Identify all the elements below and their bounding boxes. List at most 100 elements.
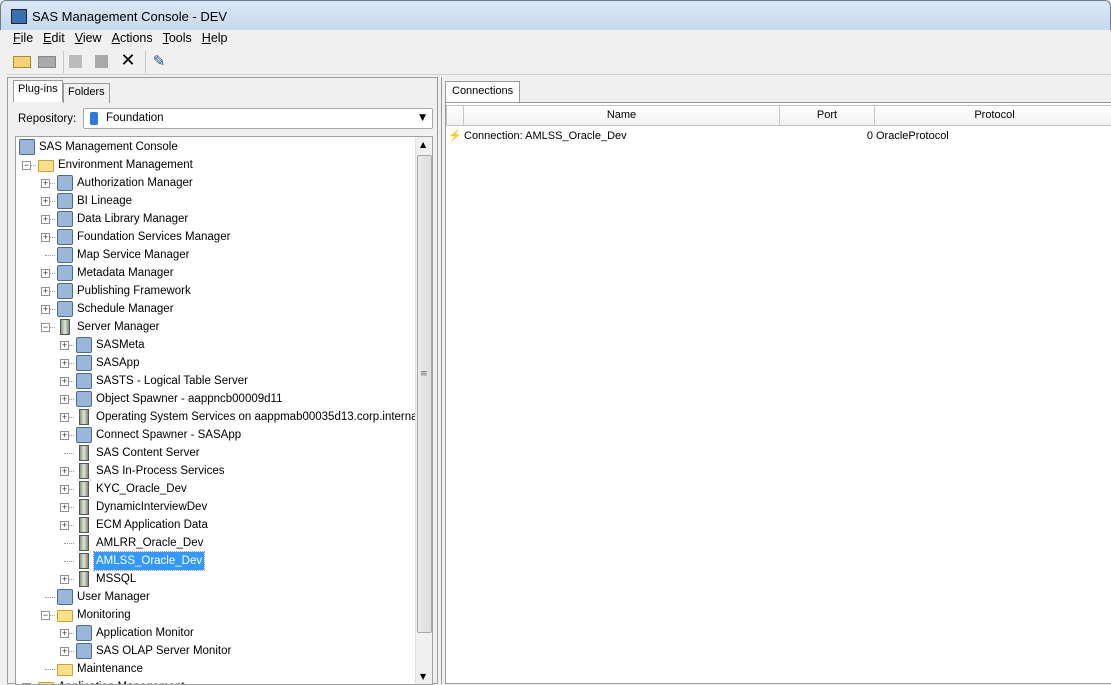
wizard-icon[interactable]: ✎ (150, 52, 168, 70)
tree-item[interactable]: + Foundation Services Manager (16, 228, 416, 246)
collapse-icon[interactable]: − (41, 323, 50, 332)
tree-item[interactable]: AMLRR_Oracle_Dev (16, 534, 416, 552)
scroll-down-icon[interactable]: ▼ (420, 672, 426, 681)
expand-icon[interactable]: + (60, 377, 69, 386)
expand-icon[interactable]: + (60, 575, 69, 584)
menu-edit[interactable]: Edit (43, 30, 65, 46)
tree-item[interactable]: + Connect Spawner - SASApp (16, 426, 416, 444)
tree-item[interactable]: + Application Monitor (16, 624, 416, 642)
plugin-tree[interactable]: SAS Management Console − Environment Manag… (15, 136, 433, 685)
expand-icon[interactable]: + (60, 485, 69, 494)
expand-icon[interactable]: + (41, 233, 50, 242)
folder-disabled-icon[interactable] (38, 56, 56, 68)
expand-icon[interactable]: + (41, 179, 50, 188)
expand-icon[interactable]: + (41, 215, 50, 224)
tree-item[interactable]: + ECM Application Data (16, 516, 416, 534)
tree-item[interactable]: + SASTS - Logical Table Server (16, 372, 416, 390)
tree-item-label: Publishing Framework (77, 285, 191, 297)
tree-item[interactable]: + Schedule Manager (16, 300, 416, 318)
chevron-down-icon[interactable]: ▼ (419, 113, 426, 123)
tree-item[interactable]: AMLSS_Oracle_Dev (16, 551, 416, 571)
collapse-icon[interactable]: − (41, 611, 50, 620)
copy-icon[interactable] (69, 55, 82, 68)
tab-folders[interactable]: Folders (63, 83, 110, 103)
scroll-up-icon[interactable]: ▲ (420, 140, 426, 149)
tree-item[interactable]: + DynamicInterviewDev (16, 498, 416, 516)
expand-icon[interactable]: + (60, 647, 69, 656)
toolbar: ✕ ✎ (7, 47, 1111, 75)
paste-icon[interactable] (95, 55, 108, 68)
tool-icon (57, 589, 73, 605)
expand-icon[interactable]: + (41, 305, 50, 314)
tree-item[interactable]: + Authorization Manager (16, 174, 416, 192)
expand-icon[interactable]: + (41, 197, 50, 206)
tree-item[interactable]: + SASMeta (16, 336, 416, 354)
tree-item[interactable]: − Monitoring (16, 606, 416, 624)
tool-icon (57, 247, 73, 263)
scroll-thumb[interactable] (417, 155, 432, 633)
menu-label: iew (82, 31, 102, 45)
tree-item-label: Connect Spawner - SASApp (96, 429, 242, 441)
tree-item-label: AMLSS_Oracle_Dev (92, 551, 206, 571)
tree-connector (45, 255, 55, 256)
expand-icon[interactable]: + (60, 341, 69, 350)
tree-item[interactable]: + Object Spawner - aappncb00009d11 (16, 390, 416, 408)
tab-connections[interactable]: Connections (445, 81, 521, 102)
expand-icon[interactable]: + (60, 503, 69, 512)
menu-view[interactable]: View (75, 30, 102, 46)
menu-help[interactable]: Help (202, 30, 228, 46)
tab-plug-ins[interactable]: Plug-ins (13, 80, 63, 102)
connections-table: Name Port Protocol ⚡ Connection: AMLSS_O… (445, 102, 1111, 684)
tree-item[interactable]: + Publishing Framework (16, 282, 416, 300)
tool-icon (76, 337, 92, 353)
column-header-port[interactable]: Port (779, 105, 875, 126)
repository-select[interactable]: Foundation ▼ (83, 108, 433, 129)
expand-icon[interactable]: + (60, 431, 69, 440)
folder-icon (57, 664, 73, 676)
column-header-name[interactable]: Name (463, 105, 780, 126)
tree-item[interactable]: + Data Library Manager (16, 210, 416, 228)
expand-icon[interactable]: + (60, 467, 69, 476)
tree-item[interactable]: User Manager (16, 588, 416, 606)
delete-icon[interactable]: ✕ (119, 52, 137, 70)
tool-icon (57, 211, 73, 227)
expand-icon[interactable]: + (60, 413, 69, 422)
tree-item[interactable]: SAS Management Console (16, 138, 416, 156)
tree-item[interactable]: SAS Content Server (16, 444, 416, 462)
server-icon (79, 409, 89, 425)
repository-label: Repository: (18, 113, 77, 125)
tree-item[interactable]: + KYC_Oracle_Dev (16, 480, 416, 498)
open-folder-icon[interactable] (13, 56, 31, 68)
expand-icon[interactable]: + (41, 287, 50, 296)
tree-item[interactable]: Maintenance (16, 660, 416, 678)
menu-actions[interactable]: Actions (112, 30, 153, 46)
menu-file[interactable]: File (13, 30, 33, 46)
tree-item-label: Application Monitor (96, 627, 194, 639)
expand-icon[interactable]: + (60, 359, 69, 368)
tree-item-label: SAS Management Console (39, 141, 178, 153)
tool-icon (76, 643, 92, 659)
vertical-scrollbar[interactable]: ▲ ≡ ▼ (415, 137, 432, 684)
tree-item[interactable]: + MSSQL (16, 570, 416, 588)
collapse-icon[interactable]: − (22, 161, 31, 170)
tree-item[interactable]: + SAS In-Process Services (16, 462, 416, 480)
column-header-protocol[interactable]: Protocol (874, 105, 1111, 126)
server-icon (79, 535, 89, 551)
menu-tools[interactable]: Tools (163, 30, 192, 46)
tree-item[interactable]: + SASApp (16, 354, 416, 372)
tree-item-label: Maintenance (77, 663, 143, 675)
expand-icon[interactable]: + (41, 269, 50, 278)
separator (145, 51, 146, 73)
tree-item[interactable]: Map Service Manager (16, 246, 416, 264)
database-icon (90, 112, 98, 125)
expand-icon[interactable]: + (60, 629, 69, 638)
tree-item[interactable]: + Metadata Manager (16, 264, 416, 282)
tree-item[interactable]: − Server Manager (16, 318, 416, 336)
expand-icon[interactable]: + (60, 521, 69, 530)
tree-item[interactable]: − Environment Management (16, 156, 416, 174)
tree-item[interactable]: + Operating System Services on aappmab000… (16, 408, 429, 426)
expand-icon[interactable]: + (60, 395, 69, 404)
tree-item[interactable]: + SAS OLAP Server Monitor (16, 642, 416, 660)
menu-mnemonic: V (74, 31, 83, 45)
tree-item[interactable]: + BI Lineage (16, 192, 416, 210)
